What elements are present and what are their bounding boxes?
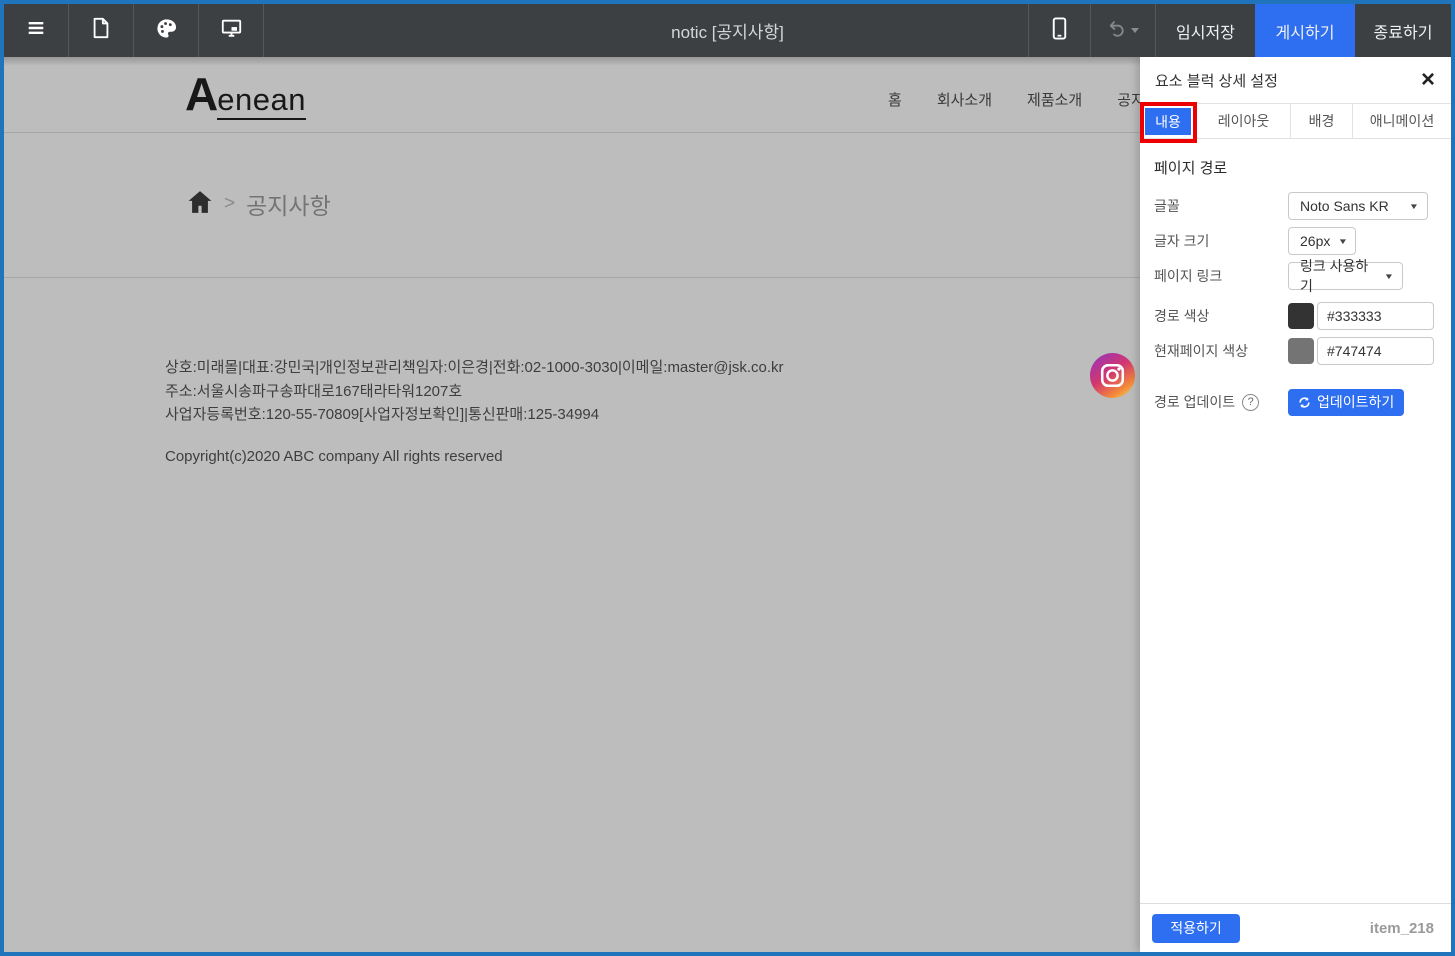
path-color-field-row: 경로 색상 — [1154, 302, 1435, 330]
panel-tabs: 내용 레이아웃 배경 애니메이션 — [1140, 103, 1451, 139]
apply-button[interactable]: 적용하기 — [1152, 914, 1240, 943]
site-header-block: Aenean 홈 회사소개 제품소개 공지사항 — [4, 57, 1140, 133]
editor-toolbar: notic [공지사항] — [4, 4, 1451, 57]
panel-header: 요소 블럭 상세 설정 × — [1140, 57, 1451, 103]
font-dropdown[interactable]: Noto Sans KR — [1288, 192, 1428, 220]
update-button[interactable]: 업데이트하기 — [1288, 389, 1404, 416]
footer-line: 주소:서울시송파구송파대로167태라타워1207호 — [165, 380, 1140, 404]
breadcrumb-current-page[interactable]: 공지사항 — [246, 187, 331, 221]
page-link-dropdown[interactable]: 링크 사용하기 — [1288, 262, 1403, 290]
font-size-dropdown[interactable]: 26px — [1288, 227, 1356, 255]
breadcrumb: > 공지사항 — [187, 187, 331, 221]
footer-copyright: Copyright(c)2020 ABC company All rights … — [165, 448, 1140, 465]
app-window: notic [공지사항] — [0, 0, 1455, 956]
footer-line: 상호:미래몰|대표:강민국|개인정보관리책임자:이은경|전화:02-1000-3… — [165, 356, 1140, 380]
menu-icon — [25, 17, 47, 44]
page-icon — [91, 17, 111, 44]
site-preview-canvas[interactable]: Aenean 홈 회사소개 제품소개 공지사항 > 공지사항 상호:미래몰|대표… — [4, 57, 1140, 952]
font-size-label: 글자 크기 — [1154, 231, 1288, 251]
panel-title: 요소 블럭 상세 설정 — [1155, 70, 1278, 91]
path-update-label: 경로 업데이트 — [1154, 392, 1235, 412]
preview-mobile-button[interactable] — [1028, 4, 1090, 57]
item-id-label: item_218 — [1370, 920, 1434, 937]
path-color-swatch[interactable] — [1288, 303, 1314, 329]
nav-item-company[interactable]: 회사소개 — [937, 89, 992, 110]
refresh-icon — [1298, 396, 1311, 409]
current-page-color-input[interactable] — [1317, 337, 1434, 365]
palette-icon — [155, 17, 178, 45]
close-icon[interactable]: × — [1421, 68, 1435, 92]
undo-history-caret-icon — [1131, 28, 1139, 33]
breadcrumb-separator: > — [224, 193, 235, 215]
temp-save-button[interactable]: 임시저장 — [1155, 4, 1255, 57]
font-field-row: 글꼴 Noto Sans KR — [1154, 192, 1435, 220]
publish-button[interactable]: 게시하기 — [1255, 4, 1355, 57]
nav-item-products[interactable]: 제품소개 — [1027, 89, 1082, 110]
current-color-field-row: 현재페이지 색상 — [1154, 337, 1435, 365]
instagram-icon[interactable] — [1089, 352, 1136, 399]
site-logo[interactable]: Aenean — [185, 67, 306, 121]
home-icon[interactable] — [187, 190, 213, 219]
footer-info: 상호:미래몰|대표:강민국|개인정보관리책임자:이은경|전화:02-1000-3… — [165, 356, 1140, 427]
panel-body: 페이지 경로 글꼴 Noto Sans KR 글자 크기 26px 페이지 링크… — [1140, 139, 1451, 903]
desktop-icon — [220, 17, 243, 44]
breadcrumb-block[interactable]: > 공지사항 — [4, 133, 1140, 278]
site-nav: 홈 회사소개 제품소개 공지사항 — [888, 89, 1140, 110]
path-update-row: 경로 업데이트 업데이트하기 — [1154, 388, 1435, 416]
current-page-color-label: 현재페이지 색상 — [1154, 341, 1288, 361]
footer-line: 사업자등록번호:120-55-70809[사업자정보확인]|통신판매:125-3… — [165, 403, 1140, 427]
page-link-value: 링크 사용하기 — [1300, 256, 1376, 296]
tab-background[interactable]: 배경 — [1290, 104, 1352, 138]
logo-initial: A — [185, 68, 217, 120]
tab-content[interactable]: 내용 — [1145, 108, 1191, 135]
element-settings-panel: 요소 블럭 상세 설정 × 내용 레이아웃 배경 애니메이션 페이지 경로 글꼴… — [1140, 57, 1451, 952]
nav-item-home[interactable]: 홈 — [888, 89, 902, 110]
page-link-label: 페이지 링크 — [1154, 266, 1288, 286]
exit-button[interactable]: 종료하기 — [1355, 4, 1451, 57]
font-size-field-row: 글자 크기 26px — [1154, 227, 1435, 255]
help-icon[interactable] — [1242, 394, 1259, 411]
undo-icon — [1108, 19, 1127, 43]
nav-item-notice[interactable]: 공지사항 — [1117, 89, 1140, 110]
path-color-label: 경로 색상 — [1154, 306, 1288, 326]
menu-button[interactable] — [4, 4, 69, 57]
tab-content-cell: 내용 — [1140, 104, 1196, 138]
font-value: Noto Sans KR — [1300, 198, 1389, 214]
tab-animation[interactable]: 애니메이션 — [1352, 104, 1451, 138]
mobile-icon — [1051, 17, 1068, 45]
tab-layout[interactable]: 레이아웃 — [1196, 104, 1290, 138]
page-button[interactable] — [69, 4, 134, 57]
panel-footer: 적용하기 item_218 — [1140, 903, 1451, 952]
undo-button[interactable] — [1090, 4, 1155, 57]
current-page-color-swatch[interactable] — [1288, 338, 1314, 364]
preview-desktop-button[interactable] — [199, 4, 264, 57]
theme-button[interactable] — [134, 4, 199, 57]
section-title: 페이지 경로 — [1154, 157, 1435, 178]
site-footer-block: 상호:미래몰|대표:강민국|개인정보관리책임자:이은경|전화:02-1000-3… — [4, 278, 1140, 465]
logo-rest: enean — [217, 82, 306, 120]
font-label: 글꼴 — [1154, 196, 1288, 216]
font-size-value: 26px — [1300, 233, 1330, 249]
update-button-label: 업데이트하기 — [1317, 392, 1394, 412]
path-color-input[interactable] — [1317, 302, 1434, 330]
page-link-field-row: 페이지 링크 링크 사용하기 — [1154, 262, 1435, 290]
